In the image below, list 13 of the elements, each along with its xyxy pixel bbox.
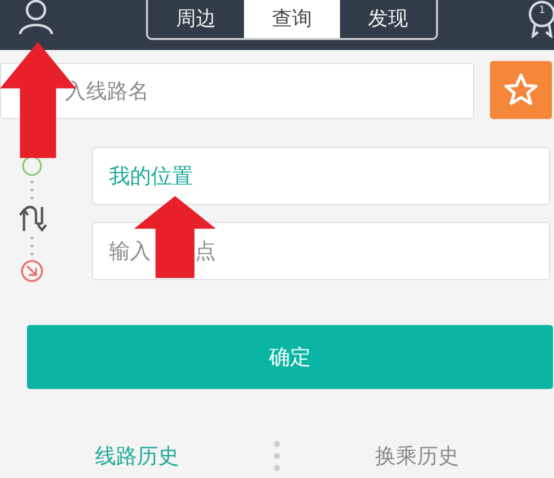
star-icon [503, 72, 539, 108]
start-point-icon [21, 155, 43, 177]
end-field[interactable]: 输入 点 [92, 222, 550, 280]
confirm-button[interactable]: 确定 [27, 325, 553, 389]
nav-tab[interactable]: 查询 [244, 0, 340, 38]
start-field[interactable]: 我的位置 [92, 147, 550, 205]
badge-count: 1 [538, 5, 546, 16]
user-icon[interactable] [18, 0, 54, 36]
swap-icon[interactable] [16, 203, 48, 233]
end-point-icon [20, 259, 44, 283]
history-tab[interactable]: 换乘历史 [280, 442, 554, 470]
history-tab[interactable]: 线路历史 [0, 442, 274, 470]
line-search-field[interactable]: 入线路名 [0, 63, 474, 119]
